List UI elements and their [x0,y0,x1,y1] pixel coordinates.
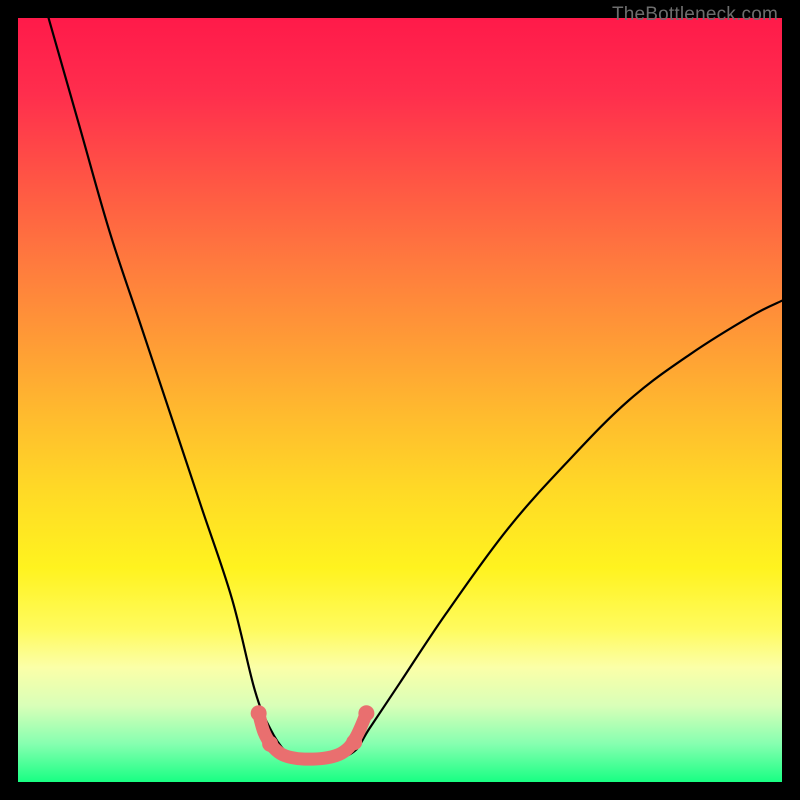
main-curve [49,18,782,760]
trough-marker [346,734,362,750]
chart-frame: TheBottleneck.com [0,0,800,800]
plot-area [18,18,782,782]
trough-marker [251,705,267,721]
trough-marker [262,736,278,752]
watermark-text: TheBottleneck.com [612,4,778,26]
curve-layer [18,18,782,782]
trough-marker [358,705,374,721]
